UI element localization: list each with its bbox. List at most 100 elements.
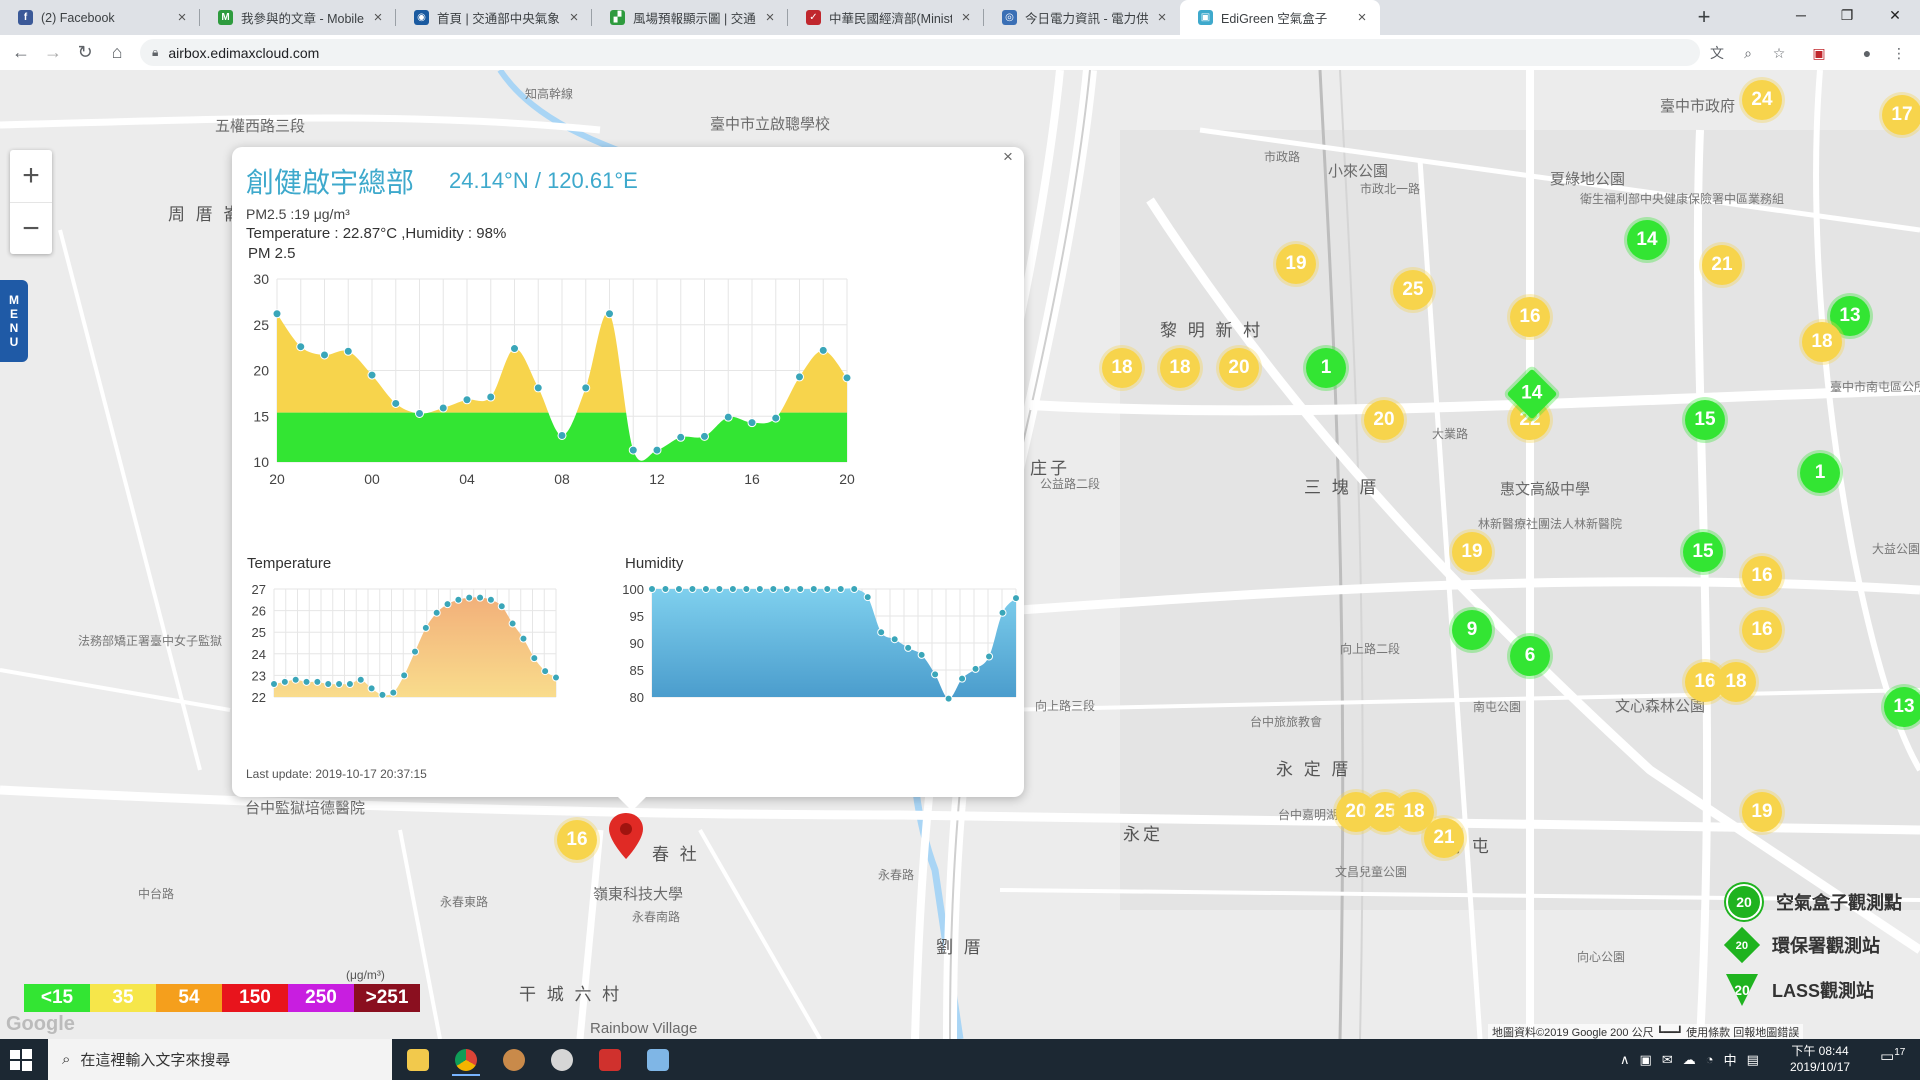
file-explorer-app[interactable]	[398, 1043, 438, 1076]
airbox-station-marker[interactable]: 20	[1364, 400, 1404, 440]
browser-tab[interactable]: ▞ 風場預報顯示圖 | 交通部中央氣象 ×	[592, 0, 788, 35]
taskbar-app-4[interactable]	[542, 1043, 582, 1076]
tab-close-icon[interactable]: ×	[1354, 9, 1370, 26]
bookmark-star-icon[interactable]: ☆	[1768, 42, 1790, 64]
airbox-station-marker[interactable]: 19	[1452, 532, 1492, 572]
temperature-data-point	[389, 688, 398, 697]
taskbar-app-6[interactable]	[638, 1043, 678, 1076]
humidity-data-point	[985, 652, 994, 661]
airbox-station-marker[interactable]: 1	[1800, 453, 1840, 493]
zoom-out-button[interactable]: −	[10, 203, 52, 255]
system-tray: ∧ ▣ ✉ ☁ ◔ 中 ▤	[1620, 1039, 1769, 1080]
taskbar-search-box[interactable]: ⌕ 在這裡輸入文字來搜尋	[48, 1039, 392, 1080]
tab-close-icon[interactable]: ×	[1154, 9, 1170, 26]
airbox-station-marker[interactable]: 14	[1627, 220, 1667, 260]
airbox-station-marker[interactable]: 24	[1742, 80, 1782, 120]
minimize-button[interactable]: ─	[1778, 0, 1824, 30]
taskbar-app-3[interactable]	[494, 1043, 534, 1076]
tab-close-icon[interactable]: ×	[174, 9, 190, 26]
airbox-station-marker[interactable]: 17	[1882, 95, 1920, 135]
notification-center-icon[interactable]: ▭17	[1880, 1047, 1905, 1065]
tab-close-icon[interactable]: ×	[958, 9, 974, 26]
airbox-station-marker[interactable]: 20	[1219, 348, 1259, 388]
browser-tab[interactable]: f (2) Facebook ×	[0, 0, 200, 35]
address-bar[interactable]: 🔒︎ airbox.edimaxcloud.com	[140, 39, 1700, 66]
airbox-station-marker[interactable]: 16	[557, 820, 597, 860]
extension-icon[interactable]: ▣	[1808, 42, 1830, 64]
humidity-data-point	[823, 585, 832, 593]
new-tab-button[interactable]: +	[1690, 3, 1718, 31]
taskbar-app-5[interactable]	[590, 1043, 630, 1076]
browser-tab[interactable]: ▣ EdiGreen 空氣盒子 ×	[1180, 0, 1380, 35]
airbox-station-marker[interactable]: 6	[1510, 636, 1550, 676]
tray-icon[interactable]: ▣	[1640, 1052, 1652, 1068]
airbox-station-marker[interactable]: 25	[1393, 270, 1433, 310]
browser-tab[interactable]: ◉ 首頁 | 交通部中央氣象局 ×	[396, 0, 592, 35]
airbox-station-marker[interactable]: 1	[1306, 348, 1346, 388]
tray-icon[interactable]: 中	[1724, 1050, 1737, 1069]
menu-button[interactable]: M E N U	[0, 280, 28, 362]
temperature-data-point	[508, 619, 517, 628]
airbox-station-marker[interactable]: 15	[1685, 400, 1725, 440]
airbox-station-marker[interactable]: 16	[1742, 556, 1782, 596]
station-legend-value: 20	[1736, 894, 1752, 910]
browser-tab[interactable]: M 我參與的文章 - Mobile01 ×	[200, 0, 396, 35]
airbox-station-marker[interactable]: 13	[1884, 687, 1920, 727]
pm25-level-swatch: >251	[354, 984, 420, 1012]
tab-close-icon[interactable]: ×	[762, 9, 778, 26]
map-attribution[interactable]: 地圖資料©2019 Google 200 公尺 ┗━━┛ 使用條款 回報地圖錯誤	[1488, 1024, 1804, 1040]
airbox-station-marker[interactable]: 16	[1742, 610, 1782, 650]
location-pin-icon[interactable]	[609, 813, 643, 859]
airbox-station-marker[interactable]: 18	[1160, 348, 1200, 388]
tab-label: (2) Facebook	[41, 10, 115, 25]
map-place-label: 三 塊 厝	[1304, 478, 1380, 497]
restore-button[interactable]: ❐	[1824, 0, 1870, 30]
airbox-station-marker[interactable]: 19	[1742, 792, 1782, 832]
tray-icon[interactable]: ◔	[1706, 1052, 1714, 1067]
tray-icon[interactable]: ∧	[1620, 1052, 1630, 1068]
taskbar-clock[interactable]: 下午 08:44 2019/10/17	[1790, 1043, 1850, 1075]
epa-station-value: 14	[1521, 382, 1543, 404]
tab-label: 今日電力資訊 - 電力供需資訊 - 台	[1025, 12, 1148, 26]
humidity-data-point	[661, 585, 670, 593]
airbox-station-marker[interactable]: 15	[1683, 532, 1723, 572]
browser-tab[interactable]: ◎ 今日電力資訊 - 電力供需資訊 - 台 ×	[984, 0, 1180, 35]
back-icon[interactable]: ←	[8, 39, 34, 65]
humidity-data-point	[877, 628, 886, 637]
airbox-station-marker[interactable]: 18	[1802, 322, 1842, 362]
tab-close-icon[interactable]: ×	[370, 9, 386, 26]
zoom-in-button[interactable]: +	[10, 150, 52, 203]
translate-icon[interactable]: 文	[1706, 42, 1728, 64]
menu-letter: U	[9, 335, 19, 349]
pm25-data-point	[628, 445, 638, 455]
tray-icon[interactable]: ☁	[1683, 1052, 1696, 1068]
map-place-label: 知高幹線	[525, 87, 574, 101]
tray-icon[interactable]: ▤	[1747, 1052, 1759, 1068]
airbox-station-marker[interactable]: 19	[1276, 244, 1316, 284]
airbox-station-marker[interactable]: 18	[1102, 348, 1142, 388]
zoom-icon[interactable]: ⌕	[1737, 42, 1759, 64]
home-icon[interactable]: ⌂	[104, 39, 130, 65]
window-close-button[interactable]: ✕	[1872, 0, 1918, 30]
station-legend-label: 空氣盒子觀測點	[1776, 893, 1902, 913]
browser-menu-icon[interactable]: ⋮	[1888, 42, 1910, 64]
map-place-label: 文昌兒童公園	[1335, 865, 1408, 879]
pm25-legend-unit: (μg/m³)	[346, 968, 385, 982]
browser-tab[interactable]: ✓ 中華民國經濟部(Ministry of Econ ×	[788, 0, 984, 35]
airbox-station-marker[interactable]: 18	[1716, 662, 1756, 702]
reload-icon[interactable]: ↻	[72, 39, 98, 65]
airbox-station-marker[interactable]: 21	[1424, 818, 1464, 858]
airbox-station-marker[interactable]: 16	[1510, 297, 1550, 337]
temperature-data-point	[335, 680, 344, 689]
tab-close-icon[interactable]: ×	[566, 9, 582, 26]
notification-count: 17	[1894, 1047, 1906, 1058]
station-legend-item: 20 環保署觀測站	[1723, 926, 1880, 964]
airbox-station-marker[interactable]: 9	[1452, 610, 1492, 650]
map-place-label: 夏綠地公園	[1550, 171, 1626, 188]
airbox-station-marker[interactable]: 21	[1702, 245, 1742, 285]
forward-icon[interactable]: →	[40, 39, 66, 65]
tray-icon[interactable]: ✉	[1662, 1052, 1673, 1068]
windows-start-icon[interactable]	[10, 1049, 32, 1071]
profile-icon[interactable]: ●	[1856, 42, 1878, 64]
chrome-app[interactable]	[446, 1043, 486, 1076]
